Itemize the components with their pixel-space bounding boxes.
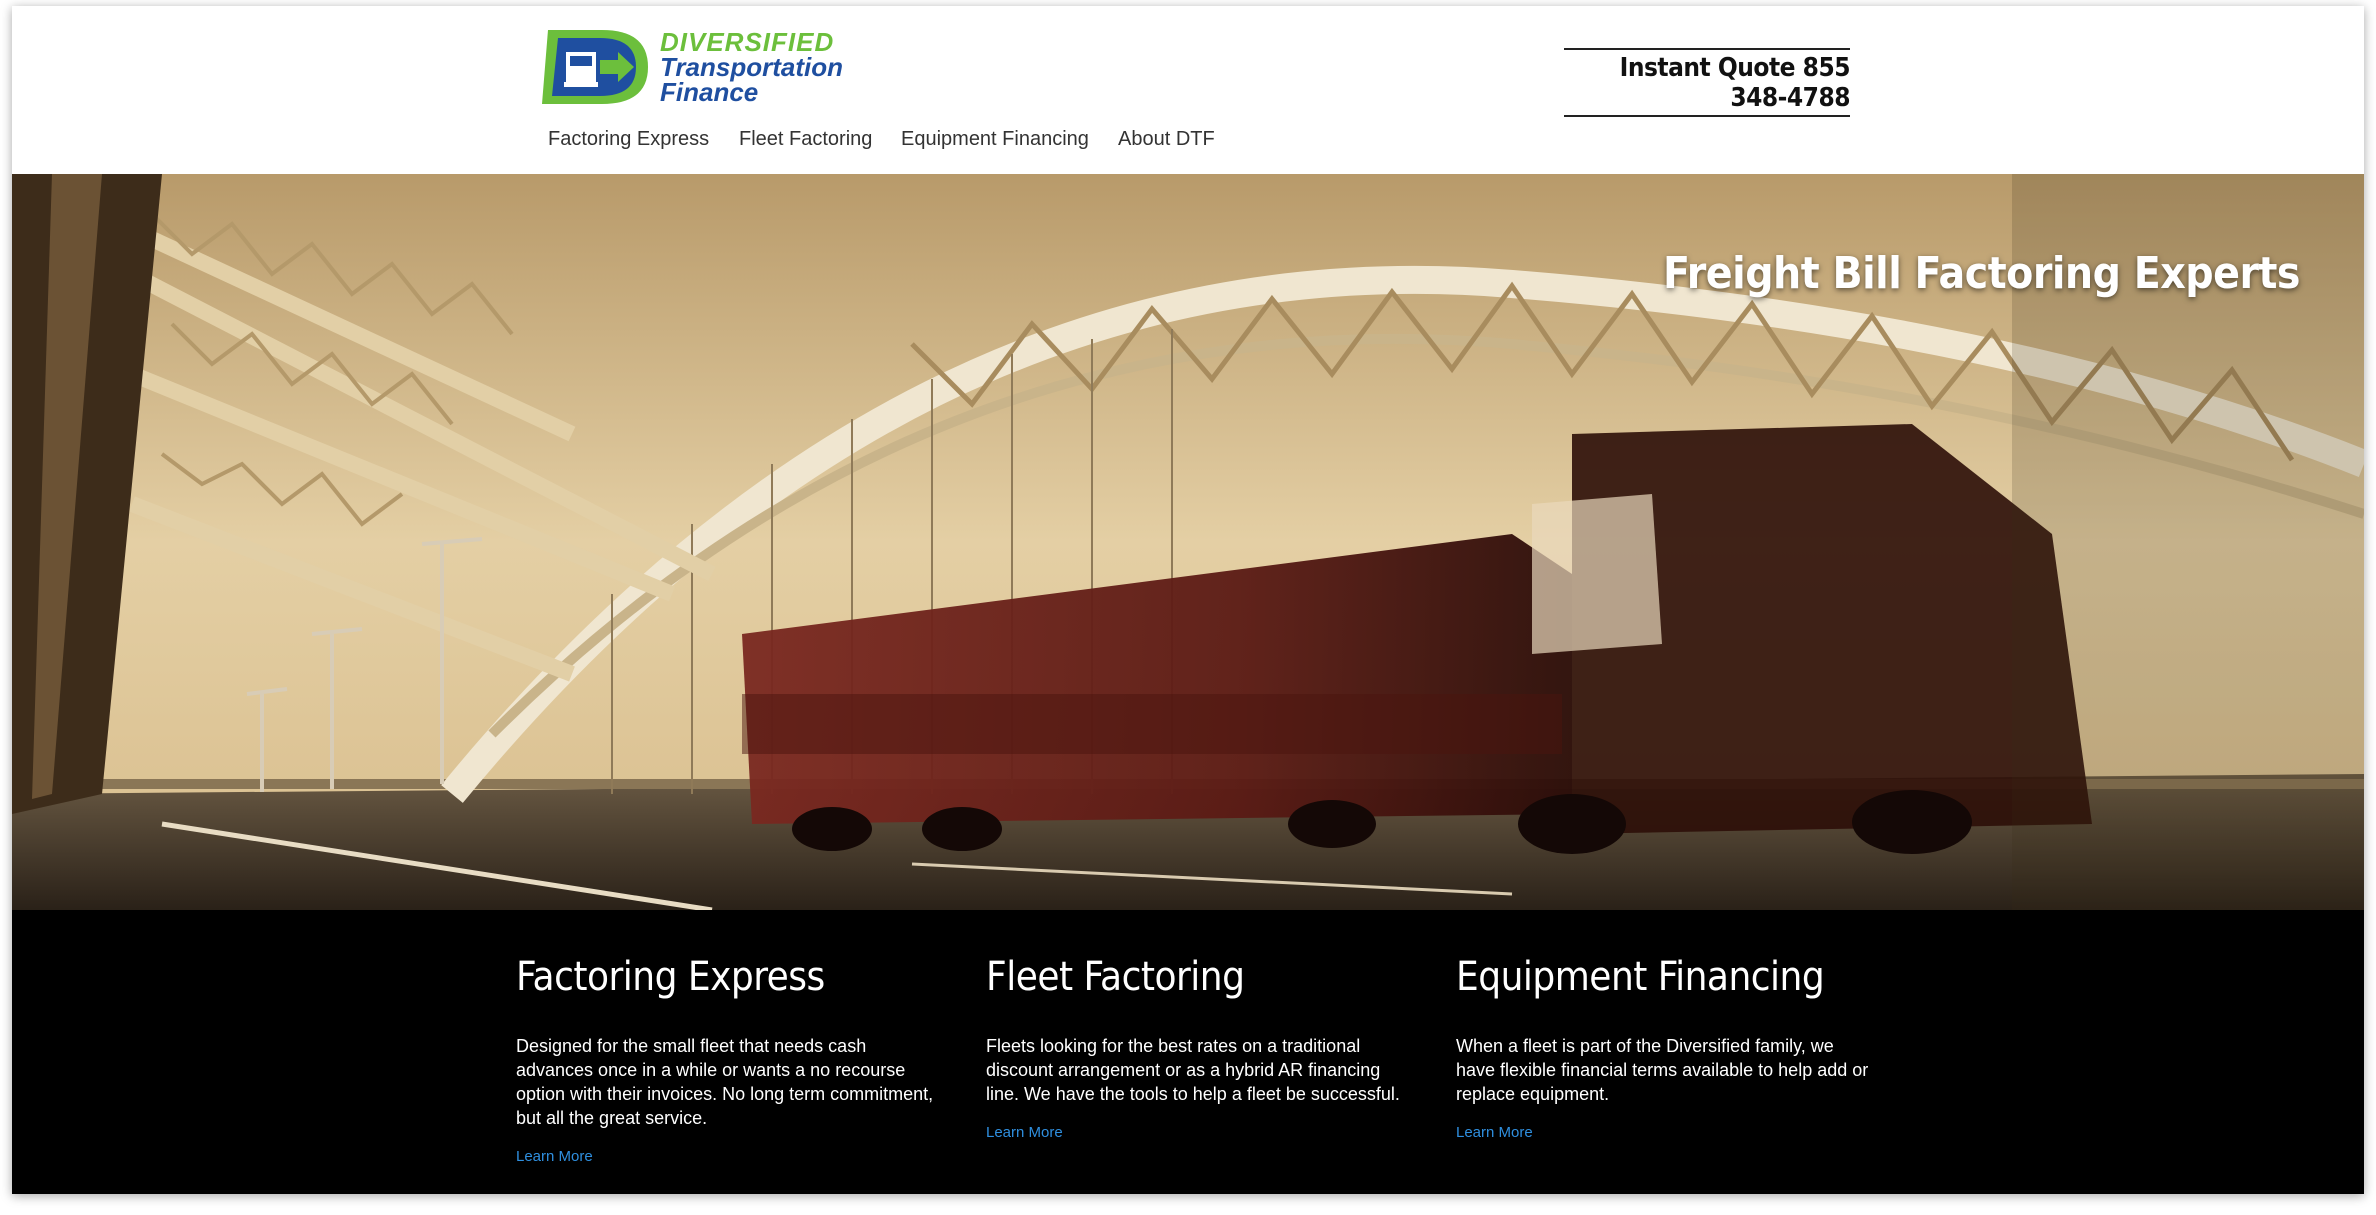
logo-emblem-icon xyxy=(542,30,648,104)
instant-quote-phone-link[interactable]: Instant Quote 855 348-4788 xyxy=(1564,48,1851,117)
feature-title: Fleet Factoring xyxy=(986,954,1245,1000)
nav-item-factoring-express[interactable]: Factoring Express xyxy=(548,128,709,151)
logo-wordmark: DIVERSIFIED Transportation Finance xyxy=(660,29,843,107)
nav-item-fleet-factoring[interactable]: Fleet Factoring xyxy=(739,128,872,151)
features-section: Factoring Express Designed for the small… xyxy=(12,910,2364,1194)
feature-card-equipment-financing: Equipment Financing When a fleet is part… xyxy=(1456,954,1876,1141)
site-logo[interactable]: DIVERSIFIED Transportation Finance xyxy=(540,26,843,108)
feature-title: Equipment Financing xyxy=(1456,954,1825,1000)
learn-more-link[interactable]: Learn More xyxy=(986,1124,1406,1141)
feature-title: Factoring Express xyxy=(516,954,825,1000)
feature-description: Designed for the small fleet that needs … xyxy=(516,1036,934,1128)
logo-line-finance: Finance xyxy=(660,77,759,107)
learn-more-link[interactable]: Learn More xyxy=(516,1148,936,1165)
site-header: DIVERSIFIED Transportation Finance Insta… xyxy=(12,6,2364,174)
learn-more-link[interactable]: Learn More xyxy=(1456,1124,1876,1141)
feature-description: When a fleet is part of the Diversified … xyxy=(1456,1036,1869,1104)
nav-item-equipment-financing[interactable]: Equipment Financing xyxy=(901,128,1089,151)
browser-page: DIVERSIFIED Transportation Finance Insta… xyxy=(12,6,2364,1194)
hero-title: Freight Bill Factoring Experts xyxy=(1663,248,2300,299)
hero-banner: Freight Bill Factoring Experts xyxy=(12,174,2364,910)
feature-card-factoring-express: Factoring Express Designed for the small… xyxy=(516,954,936,1165)
feature-card-fleet-factoring: Fleet Factoring Fleets looking for the b… xyxy=(986,954,1406,1141)
nav-item-about-dtf[interactable]: About DTF xyxy=(1118,128,1215,151)
feature-description: Fleets looking for the best rates on a t… xyxy=(986,1036,1400,1104)
